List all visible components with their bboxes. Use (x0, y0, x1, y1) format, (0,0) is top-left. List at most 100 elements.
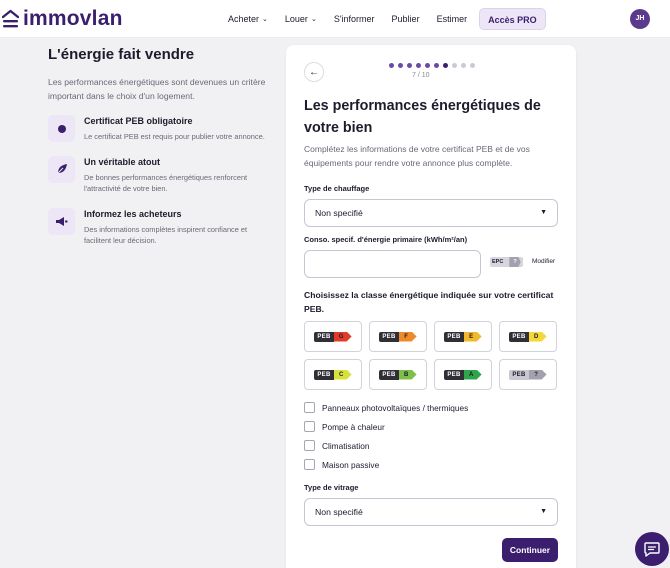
nav-acheter[interactable]: Acheter ⌄ (228, 14, 268, 24)
progress-dot (416, 63, 421, 68)
progress-dot (452, 63, 457, 68)
nav-estimer[interactable]: Estimer (437, 14, 468, 24)
energy-class-option[interactable]: PEB B (369, 359, 427, 390)
peb-letter: C (333, 369, 352, 380)
heating-value: Non specifié (315, 208, 363, 218)
nav-louer[interactable]: Louer ⌄ (285, 14, 317, 24)
peb-letter: A (463, 369, 482, 380)
leaf-icon (48, 155, 75, 183)
info-panel: L'énergie fait vendre Les performances é… (48, 46, 268, 260)
peb-word: PEB (379, 331, 399, 342)
checkbox-photovoltaic[interactable]: Panneaux photovoltaïques / thermiques (304, 402, 468, 413)
peb-label-icon: PEB B (379, 369, 417, 380)
peb-label-icon: PEB D (509, 331, 547, 342)
peb-word: PEB (379, 369, 399, 380)
checkbox-label: Climatisation (322, 440, 370, 451)
checkbox-label: Pompe à chaleur (322, 421, 385, 432)
feature-text: Le certificat PEB est requis pour publie… (84, 132, 265, 141)
info-title: L'énergie fait vendre (48, 46, 195, 63)
progress-dots (389, 63, 479, 68)
epc-value: ? (509, 257, 521, 267)
pro-access-button[interactable]: Accès PRO (479, 8, 546, 30)
back-button[interactable]: ← (304, 62, 324, 82)
top-navbar: immovlan Acheter ⌄ Louer ⌄ S'informer Publ… (0, 0, 670, 38)
feature-item: Informez les acheteurs Des informations … (48, 207, 268, 247)
checkbox[interactable] (304, 421, 315, 432)
step-indicator: 7 / 10 (412, 72, 430, 79)
peb-letter: ? (528, 369, 547, 380)
peb-word: PEB (444, 331, 464, 342)
caret-down-icon: ▼ (540, 209, 547, 216)
megaphone-icon (48, 207, 75, 235)
peb-word: PEB (509, 369, 529, 380)
peb-word: PEB (509, 331, 529, 342)
checkbox[interactable] (304, 440, 315, 451)
energy-class-question: Choisissez la classe énergétique indiqué… (304, 290, 554, 314)
avatar[interactable]: JH (630, 9, 650, 29)
feature-item: Certificat PEB obligatoire Le certificat… (48, 115, 268, 143)
peb-label-icon: PEB? (509, 369, 547, 380)
checkbox[interactable] (304, 402, 315, 413)
progress-dot (407, 63, 412, 68)
nav-label: Publier (391, 14, 420, 24)
peb-letter: E (463, 331, 482, 342)
glazing-label: Type de vitrage (304, 483, 359, 492)
feature-text: De bonnes performances énergétiques renf… (84, 172, 248, 194)
progress-dot (434, 63, 439, 68)
logo-house-icon (1, 9, 20, 29)
peb-word: PEB (444, 369, 464, 380)
epc-label: EPC (492, 259, 504, 265)
peb-label-icon: PEB E (444, 331, 482, 342)
checkbox-heat-pump[interactable]: Pompe à chaleur (304, 421, 385, 432)
nav-label: S'informer (333, 14, 375, 24)
energy-class-option[interactable]: PEB A (434, 359, 492, 390)
peb-label-icon: PEB G (314, 331, 352, 342)
caret-down-icon: ▼ (540, 508, 547, 515)
energy-form-card: ← 7 / 10 Les performances énergétiques d… (286, 45, 576, 568)
peb-letter: D (528, 331, 547, 342)
feature-text: Des informations complètes inspirent con… (84, 224, 248, 246)
feature-title: Un véritable atout (84, 156, 161, 167)
nav-label: Acheter (228, 14, 260, 24)
peb-letter: F (398, 331, 417, 342)
nav-publier[interactable]: Publier (392, 14, 420, 24)
consumption-input[interactable] (304, 250, 481, 278)
progress-dot (398, 63, 403, 68)
nav-label: Louer (284, 14, 308, 24)
energy-class-option[interactable]: PEB F (369, 321, 427, 352)
certificate-dot-icon (48, 115, 75, 142)
peb-letter: B (398, 369, 417, 380)
logo[interactable]: immovlan (1, 6, 123, 32)
checkbox-label: Maison passive (322, 459, 380, 470)
energy-class-option[interactable]: PEB E (434, 321, 492, 352)
peb-label-icon: PEB C (314, 369, 352, 380)
progress-dot (443, 63, 448, 68)
feature-title: Informez les acheteurs (84, 208, 182, 219)
energy-class-option[interactable]: PEB D (499, 321, 557, 352)
progress-dot (470, 63, 475, 68)
peb-letter: G (333, 331, 352, 342)
feature-item: Un véritable atout De bonnes performance… (48, 155, 268, 195)
peb-word: PEB (314, 331, 334, 342)
heating-select[interactable]: Non specifié ▼ (304, 199, 558, 227)
checkbox-label: Panneaux photovoltaïques / thermiques (322, 402, 469, 413)
glazing-value: Non specifié (315, 507, 363, 517)
epc-badge: EPC ? (490, 257, 523, 267)
checkbox-passive-house[interactable]: Maison passive (304, 459, 379, 470)
progress-dot (425, 63, 430, 68)
peb-label-icon: PEB A (444, 369, 482, 380)
glazing-select[interactable]: Non specifié ▼ (304, 498, 558, 526)
energy-class-option[interactable]: PEB G (304, 321, 362, 352)
chevron-down-icon: ⌄ (310, 16, 317, 23)
modify-link[interactable]: Modifier (532, 258, 555, 265)
continue-button[interactable]: Continuer (502, 538, 558, 562)
progress-dot (461, 63, 466, 68)
checkbox-air-conditioning[interactable]: Climatisation (304, 440, 370, 451)
checkbox[interactable] (304, 459, 315, 470)
logo-text: immovlan (23, 7, 123, 30)
main-nav: Acheter ⌄ Louer ⌄ S'informer Publier Estim… (228, 8, 546, 30)
chat-button[interactable] (635, 532, 669, 566)
nav-sinformer[interactable]: S'informer (334, 14, 375, 24)
energy-class-option[interactable]: PEB? (499, 359, 557, 390)
energy-class-option[interactable]: PEB C (304, 359, 362, 390)
